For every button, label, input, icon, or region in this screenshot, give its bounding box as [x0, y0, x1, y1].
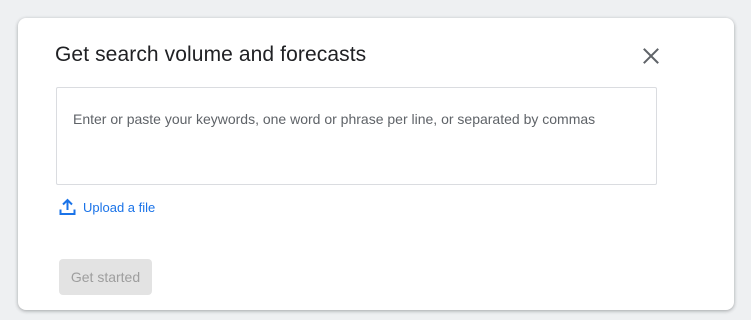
keywords-input[interactable]	[56, 87, 657, 185]
search-volume-dialog: Get search volume and forecasts Upload a…	[18, 18, 734, 310]
upload-file-link[interactable]: Upload a file	[58, 197, 155, 217]
close-icon	[643, 48, 659, 64]
dialog-title: Get search volume and forecasts	[55, 43, 367, 66]
get-started-button[interactable]: Get started	[59, 259, 152, 295]
close-button[interactable]	[637, 42, 665, 70]
upload-icon	[58, 197, 76, 217]
upload-file-label: Upload a file	[83, 199, 156, 215]
